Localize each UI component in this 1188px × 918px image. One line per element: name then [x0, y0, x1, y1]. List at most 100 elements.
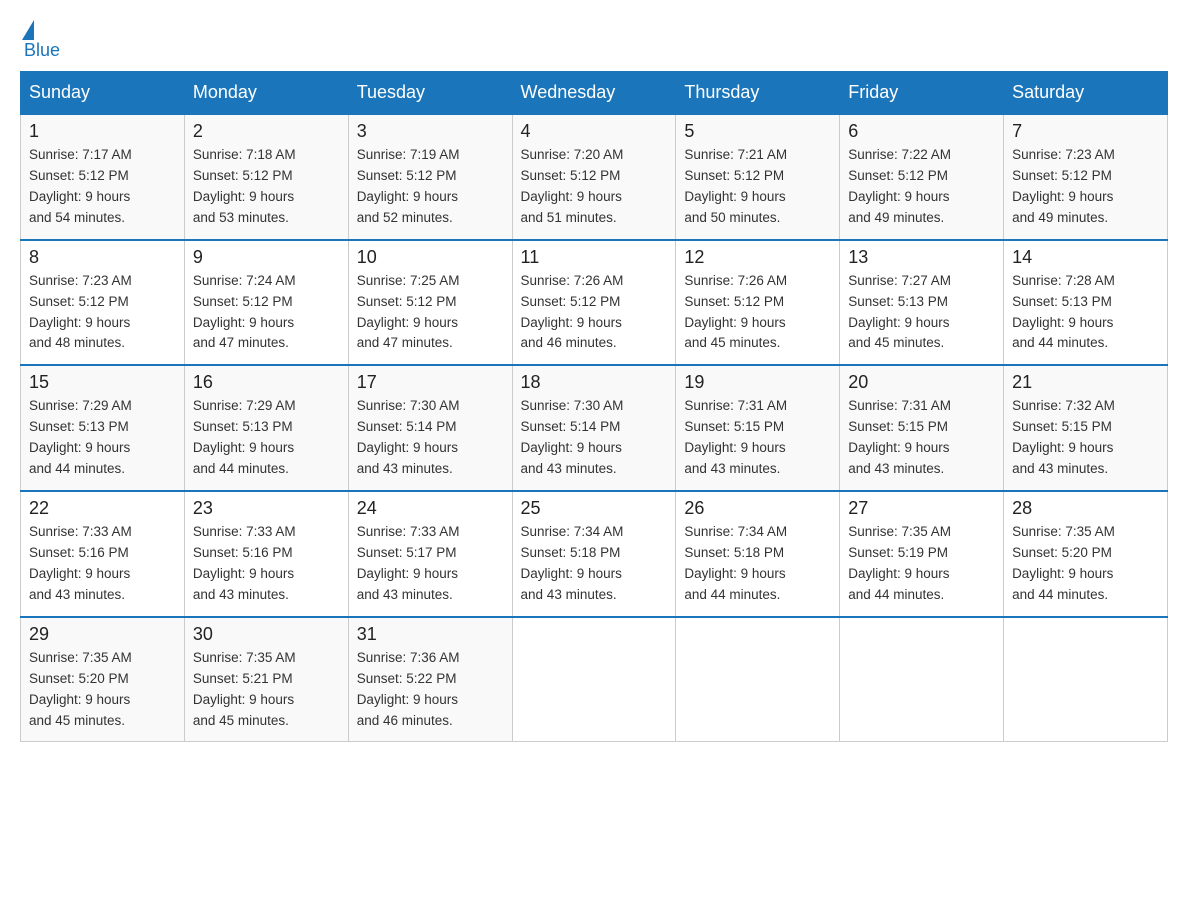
calendar-cell: 22 Sunrise: 7:33 AMSunset: 5:16 PMDayligh…: [21, 491, 185, 617]
day-info: Sunrise: 7:33 AMSunset: 5:16 PMDaylight:…: [29, 522, 176, 606]
day-info: Sunrise: 7:33 AMSunset: 5:16 PMDaylight:…: [193, 522, 340, 606]
calendar-cell: 13 Sunrise: 7:27 AMSunset: 5:13 PMDayligh…: [840, 240, 1004, 366]
calendar-cell: 11Sunrise: 7:26 AMSunset: 5:12 PMDayligh…: [512, 240, 676, 366]
day-info: Sunrise: 7:30 AMSunset: 5:14 PMDaylight:…: [357, 396, 504, 480]
day-info: Sunrise: 7:23 AMSunset: 5:12 PMDaylight:…: [1012, 145, 1159, 229]
day-info: Sunrise: 7:26 AMSunset: 5:12 PMDaylight:…: [684, 271, 831, 355]
day-info: Sunrise: 7:26 AMSunset: 5:12 PMDaylight:…: [521, 271, 668, 355]
calendar-week-row: 29 Sunrise: 7:35 AMSunset: 5:20 PMDayligh…: [21, 617, 1168, 742]
calendar-cell: 3Sunrise: 7:19 AMSunset: 5:12 PMDaylight…: [348, 114, 512, 240]
calendar-header-sunday: Sunday: [21, 72, 185, 115]
calendar-cell: 28 Sunrise: 7:35 AMSunset: 5:20 PMDayligh…: [1004, 491, 1168, 617]
day-number: 6: [848, 121, 995, 142]
day-info: Sunrise: 7:28 AMSunset: 5:13 PMDaylight:…: [1012, 271, 1159, 355]
day-info: Sunrise: 7:36 AMSunset: 5:22 PMDaylight:…: [357, 648, 504, 732]
day-info: Sunrise: 7:34 AMSunset: 5:18 PMDaylight:…: [684, 522, 831, 606]
calendar-cell: 16Sunrise: 7:29 AMSunset: 5:13 PMDayligh…: [184, 365, 348, 491]
calendar-header-monday: Monday: [184, 72, 348, 115]
calendar-cell: 17Sunrise: 7:30 AMSunset: 5:14 PMDayligh…: [348, 365, 512, 491]
day-number: 27: [848, 498, 995, 519]
day-info: Sunrise: 7:35 AMSunset: 5:21 PMDaylight:…: [193, 648, 340, 732]
calendar-header-friday: Friday: [840, 72, 1004, 115]
day-number: 21: [1012, 372, 1159, 393]
day-info: Sunrise: 7:18 AMSunset: 5:12 PMDaylight:…: [193, 145, 340, 229]
day-info: Sunrise: 7:30 AMSunset: 5:14 PMDaylight:…: [521, 396, 668, 480]
logo-subtitle: Blue: [24, 40, 60, 61]
calendar-cell: [512, 617, 676, 742]
calendar-cell: 10 Sunrise: 7:25 AMSunset: 5:12 PMDayligh…: [348, 240, 512, 366]
day-info: Sunrise: 7:35 AMSunset: 5:20 PMDaylight:…: [1012, 522, 1159, 606]
day-number: 28: [1012, 498, 1159, 519]
calendar-cell: 2 Sunrise: 7:18 AMSunset: 5:12 PMDaylight…: [184, 114, 348, 240]
calendar-cell: 14 Sunrise: 7:28 AMSunset: 5:13 PMDayligh…: [1004, 240, 1168, 366]
day-number: 29: [29, 624, 176, 645]
page-header: Blue: [20, 20, 1168, 61]
day-info: Sunrise: 7:34 AMSunset: 5:18 PMDaylight:…: [521, 522, 668, 606]
calendar-header-saturday: Saturday: [1004, 72, 1168, 115]
calendar-cell: 18 Sunrise: 7:30 AMSunset: 5:14 PMDayligh…: [512, 365, 676, 491]
calendar-header-tuesday: Tuesday: [348, 72, 512, 115]
calendar-week-row: 22 Sunrise: 7:33 AMSunset: 5:16 PMDayligh…: [21, 491, 1168, 617]
calendar-header-wednesday: Wednesday: [512, 72, 676, 115]
day-info: Sunrise: 7:20 AMSunset: 5:12 PMDaylight:…: [521, 145, 668, 229]
day-number: 25: [521, 498, 668, 519]
day-number: 2: [193, 121, 340, 142]
calendar-cell: 6 Sunrise: 7:22 AMSunset: 5:12 PMDaylight…: [840, 114, 1004, 240]
calendar-cell: 19 Sunrise: 7:31 AMSunset: 5:15 PMDayligh…: [676, 365, 840, 491]
calendar-week-row: 1 Sunrise: 7:17 AMSunset: 5:12 PMDaylight…: [21, 114, 1168, 240]
day-number: 12: [684, 247, 831, 268]
calendar-cell: [840, 617, 1004, 742]
calendar-cell: 9 Sunrise: 7:24 AMSunset: 5:12 PMDaylight…: [184, 240, 348, 366]
day-info: Sunrise: 7:33 AMSunset: 5:17 PMDaylight:…: [357, 522, 504, 606]
calendar-cell: 27 Sunrise: 7:35 AMSunset: 5:19 PMDayligh…: [840, 491, 1004, 617]
day-number: 13: [848, 247, 995, 268]
day-info: Sunrise: 7:29 AMSunset: 5:13 PMDaylight:…: [193, 396, 340, 480]
day-number: 30: [193, 624, 340, 645]
day-info: Sunrise: 7:29 AMSunset: 5:13 PMDaylight:…: [29, 396, 176, 480]
day-info: Sunrise: 7:22 AMSunset: 5:12 PMDaylight:…: [848, 145, 995, 229]
day-number: 14: [1012, 247, 1159, 268]
calendar-cell: 21 Sunrise: 7:32 AMSunset: 5:15 PMDayligh…: [1004, 365, 1168, 491]
calendar-cell: [676, 617, 840, 742]
calendar-header-thursday: Thursday: [676, 72, 840, 115]
calendar-header-row: SundayMondayTuesdayWednesdayThursdayFrid…: [21, 72, 1168, 115]
day-number: 4: [521, 121, 668, 142]
day-number: 24: [357, 498, 504, 519]
day-info: Sunrise: 7:23 AMSunset: 5:12 PMDaylight:…: [29, 271, 176, 355]
day-info: Sunrise: 7:24 AMSunset: 5:12 PMDaylight:…: [193, 271, 340, 355]
calendar-cell: 20 Sunrise: 7:31 AMSunset: 5:15 PMDayligh…: [840, 365, 1004, 491]
day-number: 20: [848, 372, 995, 393]
calendar-cell: 7Sunrise: 7:23 AMSunset: 5:12 PMDaylight…: [1004, 114, 1168, 240]
calendar-cell: 12 Sunrise: 7:26 AMSunset: 5:12 PMDayligh…: [676, 240, 840, 366]
day-info: Sunrise: 7:31 AMSunset: 5:15 PMDaylight:…: [848, 396, 995, 480]
calendar-cell: 31 Sunrise: 7:36 AMSunset: 5:22 PMDayligh…: [348, 617, 512, 742]
day-info: Sunrise: 7:35 AMSunset: 5:19 PMDaylight:…: [848, 522, 995, 606]
calendar-cell: 24 Sunrise: 7:33 AMSunset: 5:17 PMDayligh…: [348, 491, 512, 617]
calendar-week-row: 15 Sunrise: 7:29 AMSunset: 5:13 PMDayligh…: [21, 365, 1168, 491]
day-number: 18: [521, 372, 668, 393]
day-number: 26: [684, 498, 831, 519]
day-info: Sunrise: 7:17 AMSunset: 5:12 PMDaylight:…: [29, 145, 176, 229]
calendar-cell: 8Sunrise: 7:23 AMSunset: 5:12 PMDaylight…: [21, 240, 185, 366]
day-number: 5: [684, 121, 831, 142]
day-number: 1: [29, 121, 176, 142]
calendar-cell: 1 Sunrise: 7:17 AMSunset: 5:12 PMDaylight…: [21, 114, 185, 240]
day-number: 10: [357, 247, 504, 268]
day-number: 15: [29, 372, 176, 393]
calendar-cell: 15 Sunrise: 7:29 AMSunset: 5:13 PMDayligh…: [21, 365, 185, 491]
day-info: Sunrise: 7:32 AMSunset: 5:15 PMDaylight:…: [1012, 396, 1159, 480]
day-info: Sunrise: 7:31 AMSunset: 5:15 PMDaylight:…: [684, 396, 831, 480]
day-info: Sunrise: 7:21 AMSunset: 5:12 PMDaylight:…: [684, 145, 831, 229]
day-info: Sunrise: 7:27 AMSunset: 5:13 PMDaylight:…: [848, 271, 995, 355]
calendar-cell: [1004, 617, 1168, 742]
logo: Blue: [20, 20, 60, 61]
day-number: 9: [193, 247, 340, 268]
calendar-cell: 29 Sunrise: 7:35 AMSunset: 5:20 PMDayligh…: [21, 617, 185, 742]
calendar-cell: 30 Sunrise: 7:35 AMSunset: 5:21 PMDayligh…: [184, 617, 348, 742]
day-info: Sunrise: 7:25 AMSunset: 5:12 PMDaylight:…: [357, 271, 504, 355]
day-info: Sunrise: 7:19 AMSunset: 5:12 PMDaylight:…: [357, 145, 504, 229]
day-number: 19: [684, 372, 831, 393]
day-number: 31: [357, 624, 504, 645]
day-info: Sunrise: 7:35 AMSunset: 5:20 PMDaylight:…: [29, 648, 176, 732]
day-number: 22: [29, 498, 176, 519]
